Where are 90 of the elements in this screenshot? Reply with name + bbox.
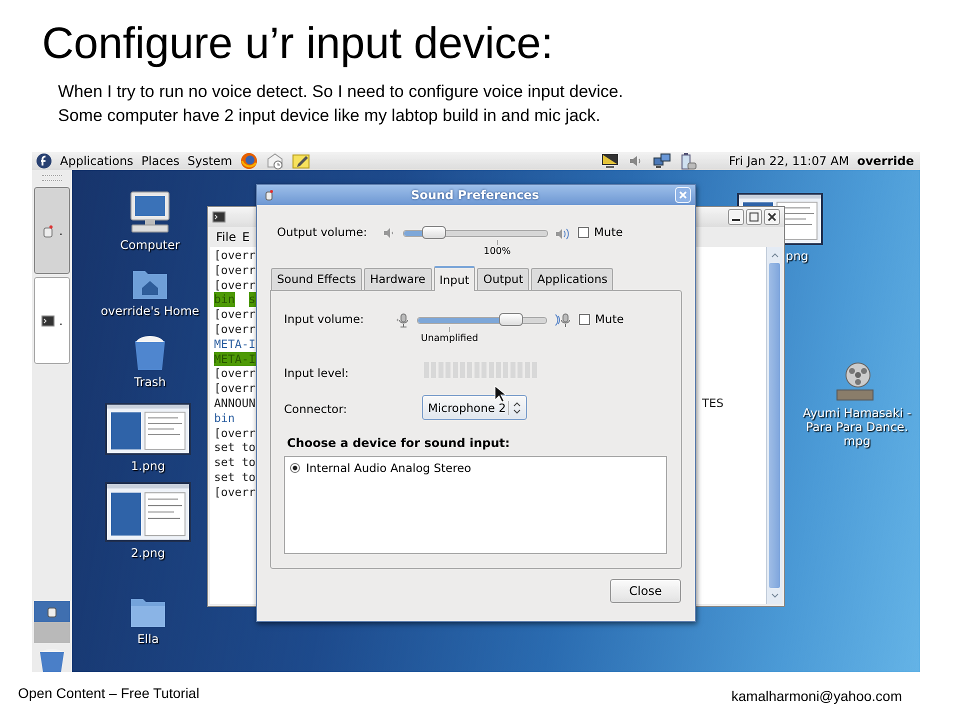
- terminal-text: ANNOUN: [214, 396, 256, 411]
- device-icon: [41, 224, 56, 238]
- terminal-text: [overr: [214, 322, 256, 337]
- terminal-text: set to: [214, 440, 256, 456]
- slider-thumb[interactable]: [422, 226, 446, 239]
- terminal-text: [overr: [214, 366, 256, 382]
- terminal-text: s: [248, 292, 256, 308]
- terminal-icon: [41, 314, 56, 328]
- menu-item[interactable]: E: [242, 230, 250, 244]
- panel-clock[interactable]: Fri Jan 22, 11:07 AM: [728, 154, 850, 168]
- slide-text: When I try to run no voice detect. So I need to configure voice input device.: [58, 81, 624, 103]
- mute-checkbox[interactable]: [578, 226, 589, 238]
- field-label: Input volume:: [284, 311, 365, 326]
- connector-dropdown[interactable]: Microphone 2: [422, 395, 527, 420]
- tab[interactable]: Hardware: [364, 268, 432, 290]
- terminal-text: [overr: [214, 278, 256, 292]
- slide-text: Some computer have 2 input device like my labtop build in and mic jack.: [58, 105, 602, 127]
- footer-email: kamalharmoni@yahoo.com: [731, 688, 902, 704]
- terminal-text: [overr: [214, 307, 256, 322]
- terminal-text: [overr: [214, 484, 256, 500]
- fedora-logo-icon[interactable]: [36, 153, 52, 169]
- workspace-tile[interactable]: [34, 601, 70, 622]
- computer-icon[interactable]: [128, 190, 172, 234]
- close-button[interactable]: Close: [610, 579, 681, 603]
- terminal-text: TES: [702, 396, 724, 411]
- terminal-text: [overr: [214, 426, 256, 440]
- terminal-text: META-I: [214, 336, 256, 352]
- browser-globe-icon[interactable]: [240, 152, 258, 170]
- terminal-text: bin: [214, 292, 235, 308]
- field-label: Output volume:: [276, 224, 368, 239]
- terminal-text: set to: [214, 470, 256, 485]
- icon-label[interactable]: 1.png: [130, 459, 166, 473]
- checkbox-label: Mute: [594, 225, 623, 239]
- mute-checkbox[interactable]: [579, 314, 590, 324]
- terminal-text: [overr: [214, 262, 256, 278]
- footer-text: Open Content – Free Tutorial: [18, 685, 200, 701]
- terminal-text: bin: [214, 410, 235, 426]
- panel-menu[interactable]: Applications: [60, 154, 134, 168]
- screenshot-thumbnail[interactable]: [105, 482, 191, 542]
- terminal-icon: [212, 210, 226, 224]
- terminal-text: META-I: [214, 352, 256, 366]
- tab[interactable]: Applications: [531, 268, 614, 290]
- icon-label[interactable]: override's Home: [100, 304, 200, 318]
- device-name[interactable]: Internal Audio Analog Stereo: [306, 461, 472, 475]
- icon-label[interactable]: Computer: [120, 238, 180, 252]
- scale-mark-label: Unamplified: [420, 333, 478, 344]
- field-label: Connector:: [284, 401, 348, 416]
- terminal-text: set to: [214, 455, 256, 470]
- close-button[interactable]: [764, 209, 780, 225]
- note-pencil-icon[interactable]: [292, 152, 310, 170]
- maximize-button[interactable]: [746, 209, 762, 225]
- microphone-loud-icon: [553, 312, 573, 328]
- tab[interactable]: Input: [434, 266, 476, 291]
- app-icon: [263, 189, 275, 201]
- menu-item[interactable]: File: [216, 230, 236, 244]
- mail-clock-icon[interactable]: [266, 152, 284, 170]
- mouse-pointer-icon: [494, 385, 506, 403]
- scale-mark-label: 100%: [484, 246, 511, 257]
- icon-label[interactable]: Trash: [134, 375, 166, 389]
- minimize-button[interactable]: [728, 209, 744, 225]
- scrollbar-thumb[interactable]: [769, 263, 780, 588]
- tab[interactable]: Output: [477, 268, 530, 290]
- panel-menu[interactable]: System: [187, 154, 232, 168]
- window-list-button[interactable]: .: [34, 187, 70, 274]
- workspace-tile[interactable]: [34, 622, 70, 643]
- icon-label[interactable]: 2.png: [130, 546, 166, 560]
- microphone-icon: [395, 312, 411, 328]
- radio-button[interactable]: [290, 463, 300, 473]
- tab[interactable]: Sound Effects: [271, 268, 362, 290]
- screenshot-thumbnail[interactable]: [105, 403, 191, 455]
- slide-title: Configure u’r input device:: [41, 18, 554, 70]
- panel-handle[interactable]: [42, 175, 62, 181]
- terminal-text: [overr: [214, 381, 256, 396]
- scrollbar[interactable]: [766, 247, 782, 604]
- checkbox-label: Mute: [595, 312, 624, 326]
- spin-arrows-icon: [508, 400, 522, 414]
- section-heading: Choose a device for sound input:: [287, 436, 511, 450]
- device-icon: [46, 606, 58, 618]
- window-title: Sound Preferences: [410, 188, 540, 202]
- slider-thumb[interactable]: [499, 313, 524, 326]
- battery-icon[interactable]: [678, 152, 697, 170]
- display-icon[interactable]: [600, 152, 619, 170]
- panel-user[interactable]: override: [857, 154, 914, 168]
- field-label: Input level:: [284, 365, 350, 380]
- terminal-text: [overr: [214, 248, 256, 263]
- trash-icon[interactable]: [132, 333, 168, 371]
- window-list-button[interactable]: .: [34, 277, 70, 364]
- icon-label[interactable]: Ella: [137, 632, 159, 646]
- panel-menu[interactable]: Places: [141, 154, 180, 168]
- network-icon[interactable]: [652, 152, 671, 170]
